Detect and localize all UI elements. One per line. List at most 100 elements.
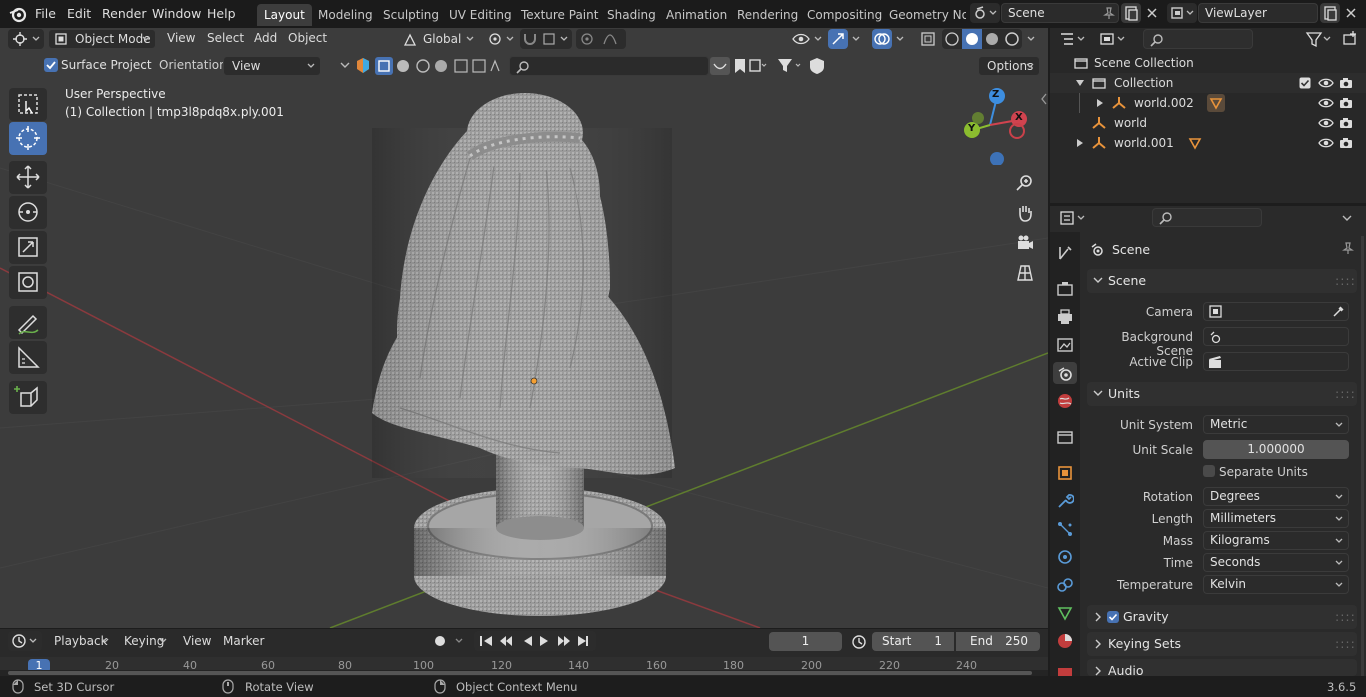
start-frame-field[interactable]: Start 1	[872, 632, 954, 651]
camera-render-icon[interactable]	[1339, 116, 1353, 130]
search-input[interactable]	[509, 56, 709, 76]
view-menu[interactable]: View	[167, 28, 195, 48]
proportional-edit-button[interactable]	[576, 29, 626, 49]
transform-tool[interactable]	[9, 266, 47, 299]
delete-scene-button[interactable]	[1142, 3, 1162, 23]
modifier-tab[interactable]	[1056, 492, 1074, 510]
gizmo-toggle-button[interactable]	[828, 29, 848, 49]
cursor-tool[interactable]	[9, 122, 47, 155]
chevron-down-icon[interactable]	[338, 58, 352, 72]
scale-tool[interactable]	[9, 231, 47, 264]
play-icon[interactable]	[540, 636, 548, 646]
temperature-dropdown[interactable]: Kelvin	[1203, 575, 1349, 594]
material-shading-icon[interactable]	[986, 33, 998, 45]
keying-menu[interactable]: Keying	[115, 631, 173, 651]
camera-field[interactable]	[1203, 302, 1349, 321]
gravity-checkbox[interactable]	[1107, 611, 1119, 623]
constraints-tab[interactable]	[1056, 576, 1074, 594]
visibility-dropdown[interactable]	[790, 29, 826, 49]
outliner-search-input[interactable]	[1143, 29, 1253, 49]
add-cube-tool[interactable]	[9, 381, 47, 414]
unit-system-dropdown[interactable]: Metric	[1203, 415, 1349, 434]
data-tab[interactable]	[1056, 604, 1074, 622]
drag-handle-icon[interactable]: ::::	[1335, 382, 1356, 406]
pin-icon[interactable]	[1102, 6, 1116, 20]
next-keyframe-icon[interactable]	[558, 636, 570, 646]
tab-rendering[interactable]: Rendering	[730, 4, 805, 26]
end-frame-field[interactable]: End 250	[956, 632, 1040, 651]
navigation-gizmo[interactable]: Z X Y	[955, 85, 1035, 165]
display-mode-button[interactable]	[1096, 29, 1130, 49]
bookmark-icon[interactable]	[735, 59, 745, 73]
funnel-icon[interactable]	[778, 59, 792, 72]
time-dropdown[interactable]: Seconds	[1203, 553, 1349, 572]
xray-toggle-button[interactable]	[918, 29, 938, 49]
eyedropper-icon[interactable]	[1332, 305, 1345, 318]
drag-handle-icon[interactable]: ::::	[1335, 605, 1356, 629]
properties-editor-type[interactable]	[1056, 208, 1090, 228]
material-tab[interactable]	[1056, 632, 1074, 650]
view-layer-tab[interactable]	[1056, 336, 1074, 354]
outliner-row-world[interactable]: world	[1050, 113, 1366, 133]
current-frame-field[interactable]: 1	[769, 632, 842, 651]
unit-scale-field[interactable]: 1.000000	[1203, 440, 1349, 459]
new-scene-button[interactable]	[1121, 3, 1141, 23]
tab-compositing[interactable]: Compositing	[800, 4, 889, 26]
background-scene-field[interactable]	[1203, 327, 1349, 346]
expand-down-icon[interactable]	[1076, 79, 1084, 87]
properties-search-input[interactable]	[1152, 208, 1262, 227]
tab-sculpting[interactable]: Sculpting	[376, 4, 446, 26]
transform-orientation-dropdown[interactable]: Global	[398, 29, 480, 49]
prev-keyframe-icon[interactable]	[500, 636, 512, 646]
new-collection-button[interactable]	[1340, 29, 1360, 49]
drag-handle-icon[interactable]: ::::	[1335, 632, 1356, 656]
world-tab[interactable]	[1056, 392, 1074, 410]
filter-button[interactable]	[1302, 29, 1336, 49]
new-viewlayer-button[interactable]	[1320, 3, 1340, 23]
checkbox-icon[interactable]	[1299, 77, 1311, 89]
mode-dropdown[interactable]: Object Mode	[48, 29, 156, 49]
jump-start-icon[interactable]	[480, 636, 492, 646]
camera-render-icon[interactable]	[1339, 136, 1353, 150]
annotate-tool[interactable]	[9, 306, 47, 339]
length-dropdown[interactable]: Millimeters	[1203, 509, 1349, 528]
preview-range-icon[interactable]	[850, 632, 868, 651]
menu-help[interactable]: Help	[207, 6, 236, 21]
chevron-down-icon[interactable]	[1340, 212, 1354, 224]
eye-icon[interactable]	[1318, 116, 1334, 130]
tab-texture-paint[interactable]: Texture Paint	[514, 4, 605, 26]
solid-shading-icon[interactable]	[966, 33, 978, 45]
camera-view-button[interactable]	[1012, 230, 1038, 256]
options-dropdown[interactable]: Options	[978, 56, 1040, 76]
blender-logo-icon[interactable]	[9, 5, 27, 23]
editor-type-button[interactable]	[8, 29, 44, 49]
perspective-toggle-button[interactable]	[1012, 260, 1038, 286]
outliner-row-world-001[interactable]: world.001	[1050, 133, 1366, 153]
timeline-ruler[interactable]: 1 20 40 60 80 100 120 140 160 180 200 22…	[0, 657, 1048, 676]
timeline-scrollbar[interactable]	[8, 671, 1032, 675]
properties-scrollbar[interactable]	[1361, 236, 1364, 676]
wireframe-shading-icon[interactable]	[945, 32, 959, 46]
viewlayer-browse-button[interactable]	[1167, 3, 1197, 23]
physics-tab[interactable]	[1056, 548, 1074, 566]
snap-button[interactable]	[520, 29, 572, 49]
outliner-row-world-002[interactable]: world.002	[1050, 93, 1366, 113]
outliner-row-scene-collection[interactable]: Scene Collection	[1050, 53, 1366, 73]
menu-render[interactable]: Render	[102, 6, 147, 21]
separate-units-checkbox[interactable]	[1203, 465, 1215, 477]
eye-icon[interactable]	[1318, 96, 1334, 110]
audio-panel-header[interactable]: Audio	[1087, 659, 1357, 676]
eye-icon[interactable]	[1318, 136, 1334, 150]
pivot-point-button[interactable]	[484, 29, 518, 49]
auto-keying-button[interactable]	[430, 631, 470, 651]
scene-browse-button[interactable]	[970, 3, 1000, 23]
delete-viewlayer-button[interactable]	[1341, 3, 1361, 23]
render-shading-icon[interactable]	[1005, 32, 1019, 46]
pan-button[interactable]	[1012, 200, 1038, 226]
expand-right-icon[interactable]	[1096, 99, 1104, 107]
menu-window[interactable]: Window	[152, 6, 201, 21]
tab-geometry-nodes[interactable]: Geometry Noc	[882, 4, 966, 26]
measure-tool[interactable]	[9, 341, 47, 374]
pin-icon[interactable]	[1341, 241, 1355, 255]
tab-uv-editing[interactable]: UV Editing	[442, 4, 519, 26]
